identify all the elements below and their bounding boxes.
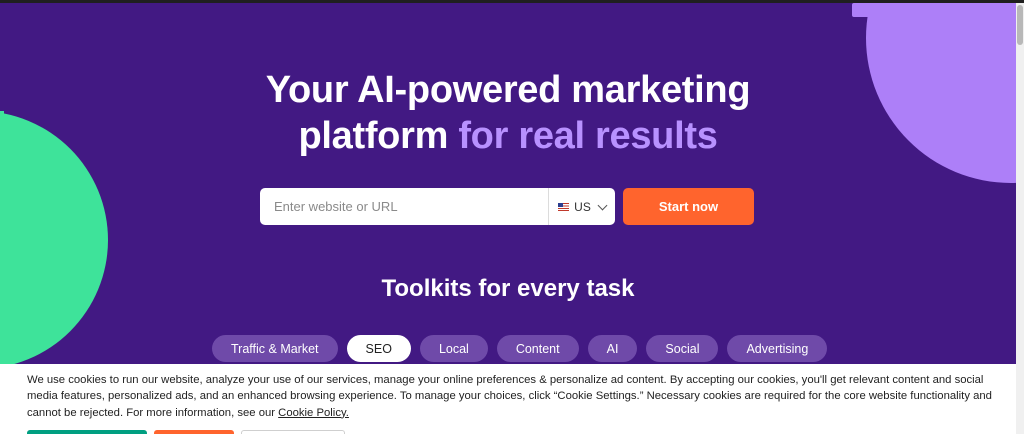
tab-seo[interactable]: SEO [346, 335, 411, 362]
tab-traffic-market[interactable]: Traffic & Market [212, 335, 338, 362]
tab-content[interactable]: Content [496, 335, 579, 362]
country-code: US [574, 199, 591, 214]
headline-line-1: Your AI-powered marketing [265, 69, 751, 111]
decorative-purple-tab [852, 3, 882, 17]
toolkit-tabs: Traffic & Market SEO Local Content AI So… [212, 335, 828, 362]
reject-cookies-button[interactable] [241, 430, 345, 434]
tab-advertising[interactable]: Advertising [727, 335, 828, 362]
hero-headline: Your AI-powered marketing platform for r… [0, 67, 1016, 159]
search-box: US [260, 188, 615, 225]
tab-ai[interactable]: AI [587, 335, 638, 362]
cookie-buttons [27, 430, 345, 434]
cookie-banner: We use cookies to run our website, analy… [0, 364, 1016, 434]
cookie-message: We use cookies to run our website, analy… [27, 374, 992, 419]
hero-section: Your AI-powered marketing platform for r… [0, 3, 1016, 434]
cookie-settings-button[interactable] [154, 430, 234, 434]
scrollbar[interactable] [1016, 3, 1024, 434]
us-flag-icon [558, 202, 570, 211]
accept-cookies-button[interactable] [27, 430, 147, 434]
headline-line-2: platform for real results [0, 113, 1016, 159]
country-select[interactable]: US [548, 188, 615, 225]
tab-social[interactable]: Social [646, 335, 719, 362]
chevron-down-icon [597, 200, 608, 210]
toolkits-title: Toolkits for every task [381, 275, 635, 302]
cookie-notice-text: We use cookies to run our website, analy… [27, 372, 992, 421]
website-url-input[interactable] [260, 188, 548, 225]
headline-accent: for real results [458, 115, 718, 157]
scrollbar-thumb[interactable] [1017, 5, 1023, 45]
start-now-button[interactable]: Start now [623, 188, 754, 225]
headline-plain: platform [298, 115, 459, 157]
tab-local[interactable]: Local [419, 335, 488, 362]
cookie-policy-link[interactable]: Cookie Policy. [278, 407, 349, 419]
